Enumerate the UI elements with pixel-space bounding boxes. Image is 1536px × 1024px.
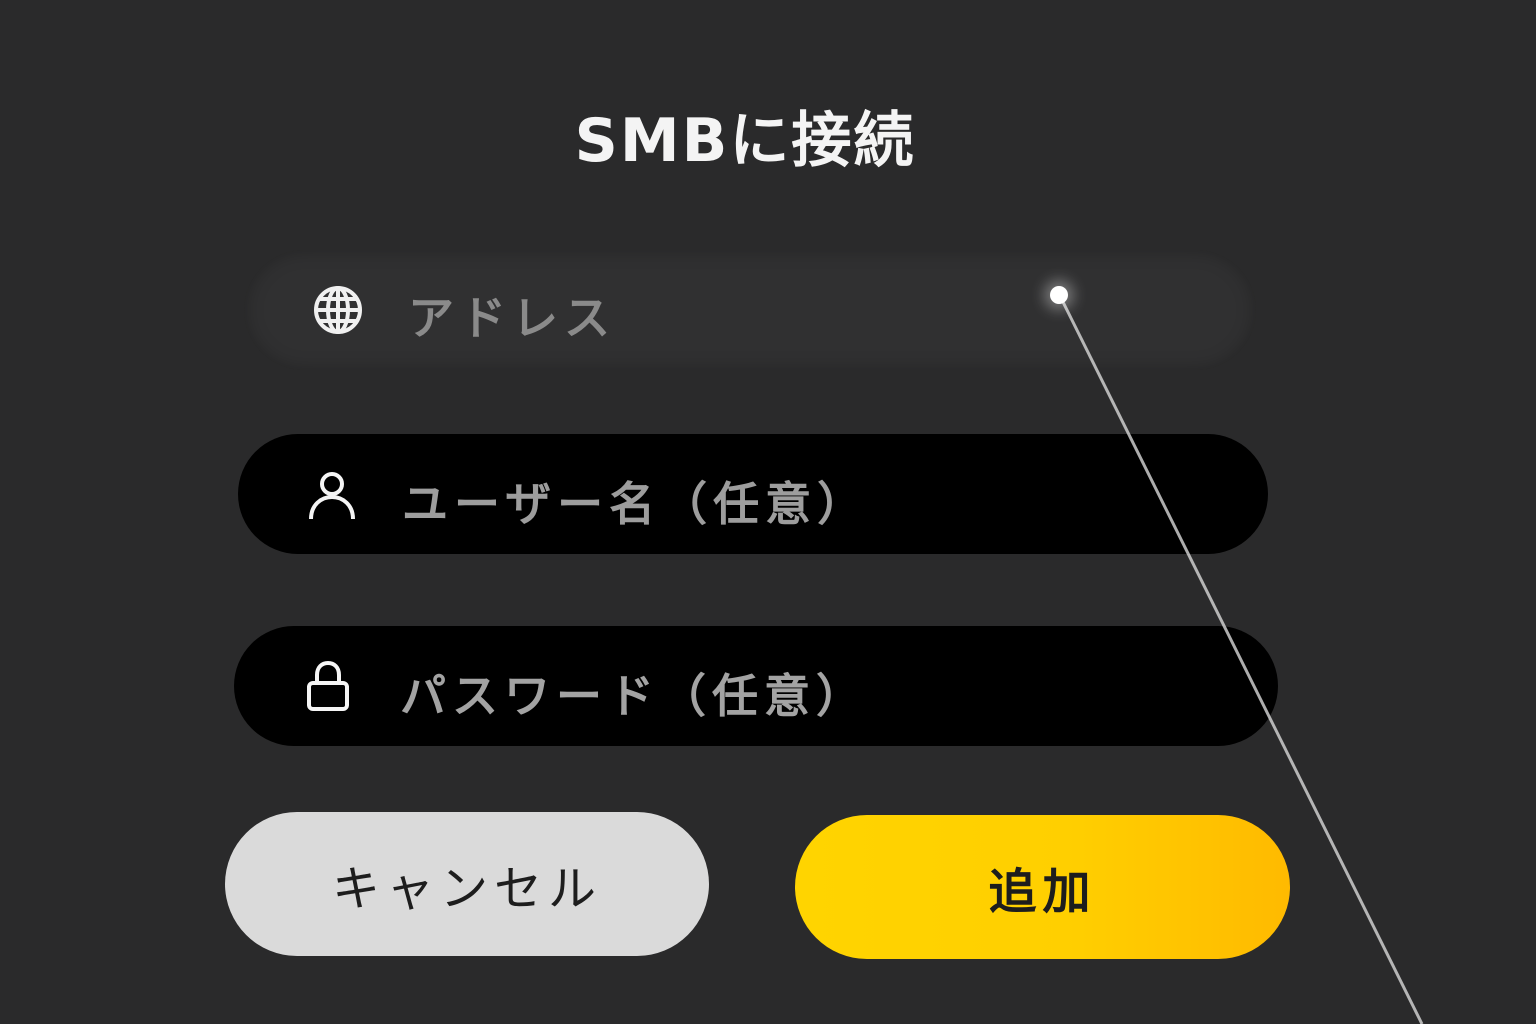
- globe-icon: [310, 282, 366, 338]
- controller-pointer-cursor: [1050, 286, 1068, 304]
- address-placeholder: アドレス: [408, 291, 616, 345]
- password-field[interactable]: パスワード（任意）: [234, 626, 1278, 746]
- user-icon: [304, 468, 360, 524]
- password-placeholder: パスワード（任意）: [400, 669, 868, 723]
- username-placeholder: ユーザー名（任意）: [402, 477, 870, 531]
- address-field[interactable]: アドレス: [244, 250, 1256, 370]
- add-button[interactable]: 追加: [795, 815, 1290, 959]
- cancel-button[interactable]: キャンセル: [225, 812, 709, 956]
- lock-icon: [300, 658, 356, 714]
- dialog-title: SMBに接続: [574, 106, 916, 176]
- username-field[interactable]: ユーザー名（任意）: [238, 434, 1268, 554]
